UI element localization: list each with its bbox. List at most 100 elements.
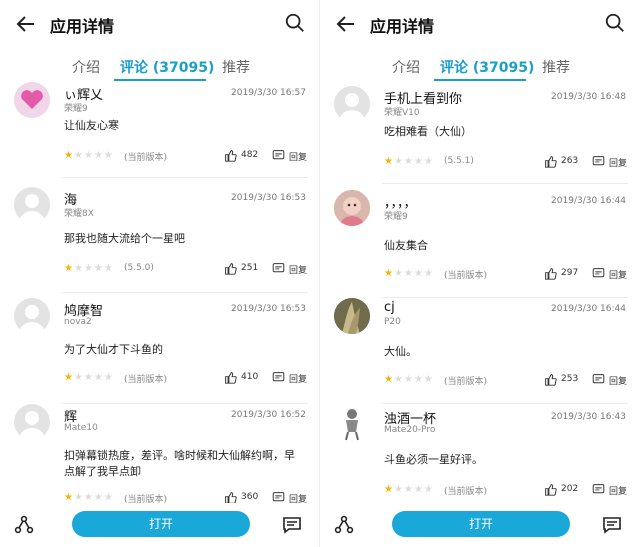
device-name: 荣耀9 — [64, 104, 88, 114]
thumbs-up-icon[interactable] — [224, 371, 237, 384]
avatar[interactable] — [14, 187, 50, 223]
comment-item[interactable]: 鸠摩智 nova2 2019/3/30 16:53 为了大仙才下斗鱼的 ★★★★… — [0, 298, 320, 408]
reply-icon[interactable] — [592, 155, 605, 168]
comment-text: 让仙友心寒 — [64, 119, 119, 132]
thumbs-up-icon[interactable] — [544, 155, 557, 168]
thumbs-up-icon[interactable] — [544, 483, 557, 496]
tab-recommend[interactable]: 推荐 — [222, 57, 250, 77]
version-label: (当前版本) — [444, 271, 488, 281]
device-name: 荣耀V10 — [384, 108, 420, 118]
reply-icon[interactable] — [272, 262, 285, 275]
divider — [62, 292, 308, 293]
thumbs-up-icon[interactable] — [224, 262, 237, 275]
share-icon[interactable] — [334, 515, 354, 535]
tab-reviews[interactable]: 评论 (37095) — [120, 57, 214, 77]
reply-icon[interactable] — [592, 267, 605, 280]
device-name: P20 — [384, 317, 401, 327]
reply-button[interactable]: 回复 — [609, 156, 627, 169]
comment-item[interactable]: 海 荣耀8X 2019/3/30 16:53 那我也随大流给个一星吧 ★★★★★… — [0, 187, 320, 297]
thumbs-up-icon[interactable] — [224, 149, 237, 162]
device-name: 荣耀9 — [384, 212, 408, 222]
comment-meta: ★★★★★ (当前版本) 297 回复 — [384, 266, 628, 282]
comment-time: 2019/3/30 16:53 — [231, 193, 306, 203]
search-icon[interactable] — [604, 12, 626, 34]
like-count: 297 — [561, 268, 579, 278]
comment-text: 吃相难看（大仙） — [384, 125, 472, 138]
comment-text: 大仙。 — [384, 345, 417, 358]
avatar[interactable] — [14, 82, 50, 118]
right-panel: 应用详情 介绍 评论 (37095) 推荐 手机上看到你 荣耀V10 2019/… — [320, 0, 640, 547]
divider — [382, 403, 628, 404]
star-rating: ★★★★★ — [384, 484, 434, 495]
version-label: (当前版本) — [124, 375, 168, 385]
top-bar: 应用详情 — [0, 0, 320, 48]
like-count: 251 — [241, 263, 259, 273]
version-label: (当前版本) — [444, 377, 488, 387]
star-rating: ★★★★★ — [64, 263, 114, 274]
comment-item[interactable]: ，，，， 荣耀9 2019/3/30 16:44 仙友集合 ★★★★★ (当前版… — [320, 190, 640, 300]
back-arrow-icon[interactable] — [334, 12, 358, 36]
reply-button[interactable]: 回复 — [289, 150, 307, 163]
comment-time: 2019/3/30 16:53 — [231, 304, 306, 314]
comment-item[interactable]: 浊酒一杯 Mate20-Pro 2019/3/30 16:43 斗鱼必须一星好评… — [320, 406, 640, 516]
like-count: 482 — [241, 150, 259, 160]
comment-time: 2019/3/30 16:48 — [551, 92, 626, 102]
star-rating: ★★★★★ — [384, 374, 434, 385]
tab-reviews[interactable]: 评论 (37095) — [440, 57, 534, 77]
top-bar: 应用详情 — [320, 0, 640, 48]
comment-meta: ★★★★★ (当前版本) 253 回复 — [384, 372, 628, 388]
comment-text: 那我也随大流给个一星吧 — [64, 232, 185, 245]
reply-button[interactable]: 回复 — [289, 372, 307, 385]
star-rating: ★★★★★ — [64, 150, 114, 161]
open-button[interactable]: 打开 — [392, 511, 570, 537]
comment-text: 扣弹幕锁热度，差评。啥时候和大仙解约啊，早点解了我早点卸 — [64, 449, 295, 478]
search-icon[interactable] — [284, 12, 306, 34]
thumbs-up-icon[interactable] — [544, 267, 557, 280]
star-rating: ★★★★★ — [384, 156, 434, 167]
reply-button[interactable]: 回复 — [609, 374, 627, 387]
avatar[interactable] — [334, 190, 370, 226]
avatar[interactable] — [334, 86, 370, 122]
back-arrow-icon[interactable] — [14, 12, 38, 36]
comment-item[interactable]: 手机上看到你 荣耀V10 2019/3/30 16:48 吃相难看（大仙） ★★… — [320, 86, 640, 196]
tab-intro[interactable]: 介绍 — [392, 57, 420, 77]
version-label: (5.5.0) — [124, 263, 154, 273]
avatar[interactable] — [334, 298, 370, 334]
message-icon[interactable] — [602, 515, 622, 535]
comment-item[interactable]: ぃ辉乂 荣耀9 2019/3/30 16:57 让仙友心寒 ★★★★★ (当前版… — [0, 82, 320, 192]
version-label: (5.5.1) — [444, 156, 474, 166]
comment-time: 2019/3/30 16:43 — [551, 412, 626, 422]
comment-meta: ★★★★★ (当前版本) 482 回复 — [64, 148, 308, 164]
message-icon[interactable] — [282, 515, 302, 535]
left-panel: 应用详情 介绍 评论 (37095) 推荐 ぃ辉乂 荣耀9 2019/3/30 … — [0, 0, 320, 547]
like-count: 410 — [241, 372, 259, 382]
star-rating: ★★★★★ — [64, 492, 114, 503]
reply-icon[interactable] — [272, 149, 285, 162]
comment-meta: ★★★★★ (5.5.1) 263 回复 — [384, 154, 628, 170]
reply-button[interactable]: 回复 — [609, 484, 627, 497]
like-count: 253 — [561, 374, 579, 384]
reply-icon[interactable] — [592, 483, 605, 496]
tab-recommend[interactable]: 推荐 — [542, 57, 570, 77]
user-name: cj — [384, 300, 395, 315]
reply-icon[interactable] — [272, 371, 285, 384]
comment-item[interactable]: cj P20 2019/3/30 16:44 大仙。 ★★★★★ (当前版本) … — [320, 298, 640, 408]
reply-button[interactable]: 回复 — [289, 263, 307, 276]
page-title: 应用详情 — [370, 17, 435, 36]
reply-button[interactable]: 回复 — [609, 268, 627, 281]
divider — [382, 183, 628, 184]
avatar[interactable] — [14, 404, 50, 440]
avatar[interactable] — [334, 406, 370, 442]
star-rating: ★★★★★ — [384, 268, 434, 279]
thumbs-up-icon[interactable] — [544, 373, 557, 386]
like-count: 263 — [561, 156, 579, 166]
device-name: 荣耀8X — [64, 209, 94, 219]
open-button[interactable]: 打开 — [72, 511, 250, 537]
avatar[interactable] — [14, 298, 50, 334]
comment-text: 斗鱼必须一星好评。 — [384, 453, 483, 466]
share-icon[interactable] — [14, 515, 34, 535]
reply-icon[interactable] — [592, 373, 605, 386]
like-count: 202 — [561, 484, 579, 494]
comment-time: 2019/3/30 16:57 — [231, 88, 306, 98]
tab-intro[interactable]: 介绍 — [72, 57, 100, 77]
